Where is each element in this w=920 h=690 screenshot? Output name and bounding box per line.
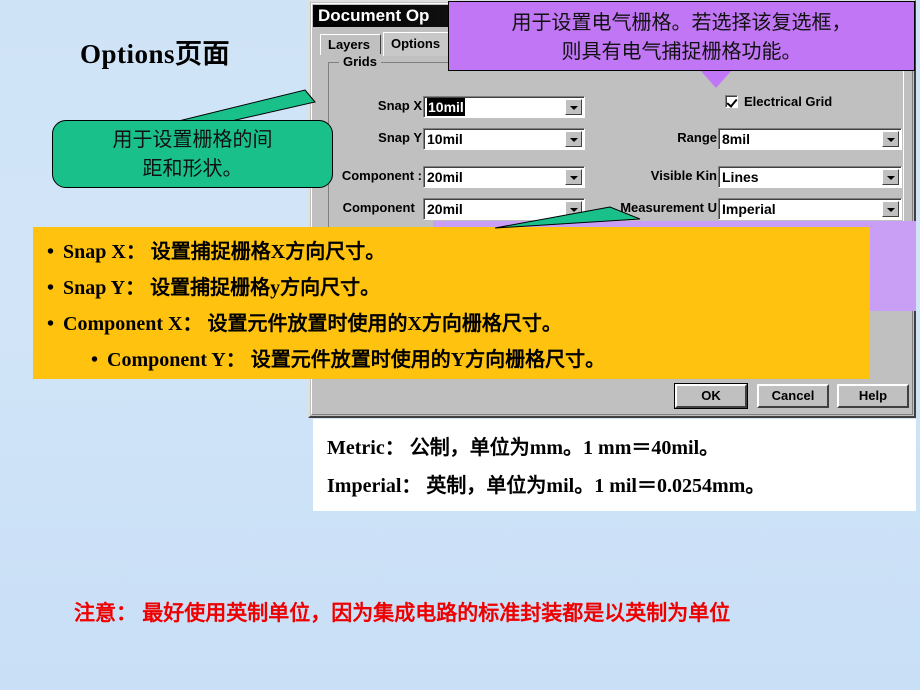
- green-callout: 用于设置栅格的间 距和形状。: [52, 120, 333, 188]
- green-callout-line2: 距和形状。: [142, 158, 243, 180]
- purple-callout: 用于设置电气栅格。若选择该复选框， 则具有电气捕捉栅格功能。: [448, 1, 915, 71]
- purple-callout-line2: 则具有电气捕捉栅格功能。: [561, 41, 802, 63]
- green-callout-tail-bottom: [494, 206, 641, 229]
- slide-canvas: Options页面 Document Op Layers Options Gri…: [0, 0, 920, 690]
- green-callout-line1: 用于设置栅格的间: [112, 129, 273, 151]
- purple-callout-line1: 用于设置电气栅格。若选择该复选框，: [511, 12, 852, 34]
- purple-callout-tail: [700, 70, 732, 88]
